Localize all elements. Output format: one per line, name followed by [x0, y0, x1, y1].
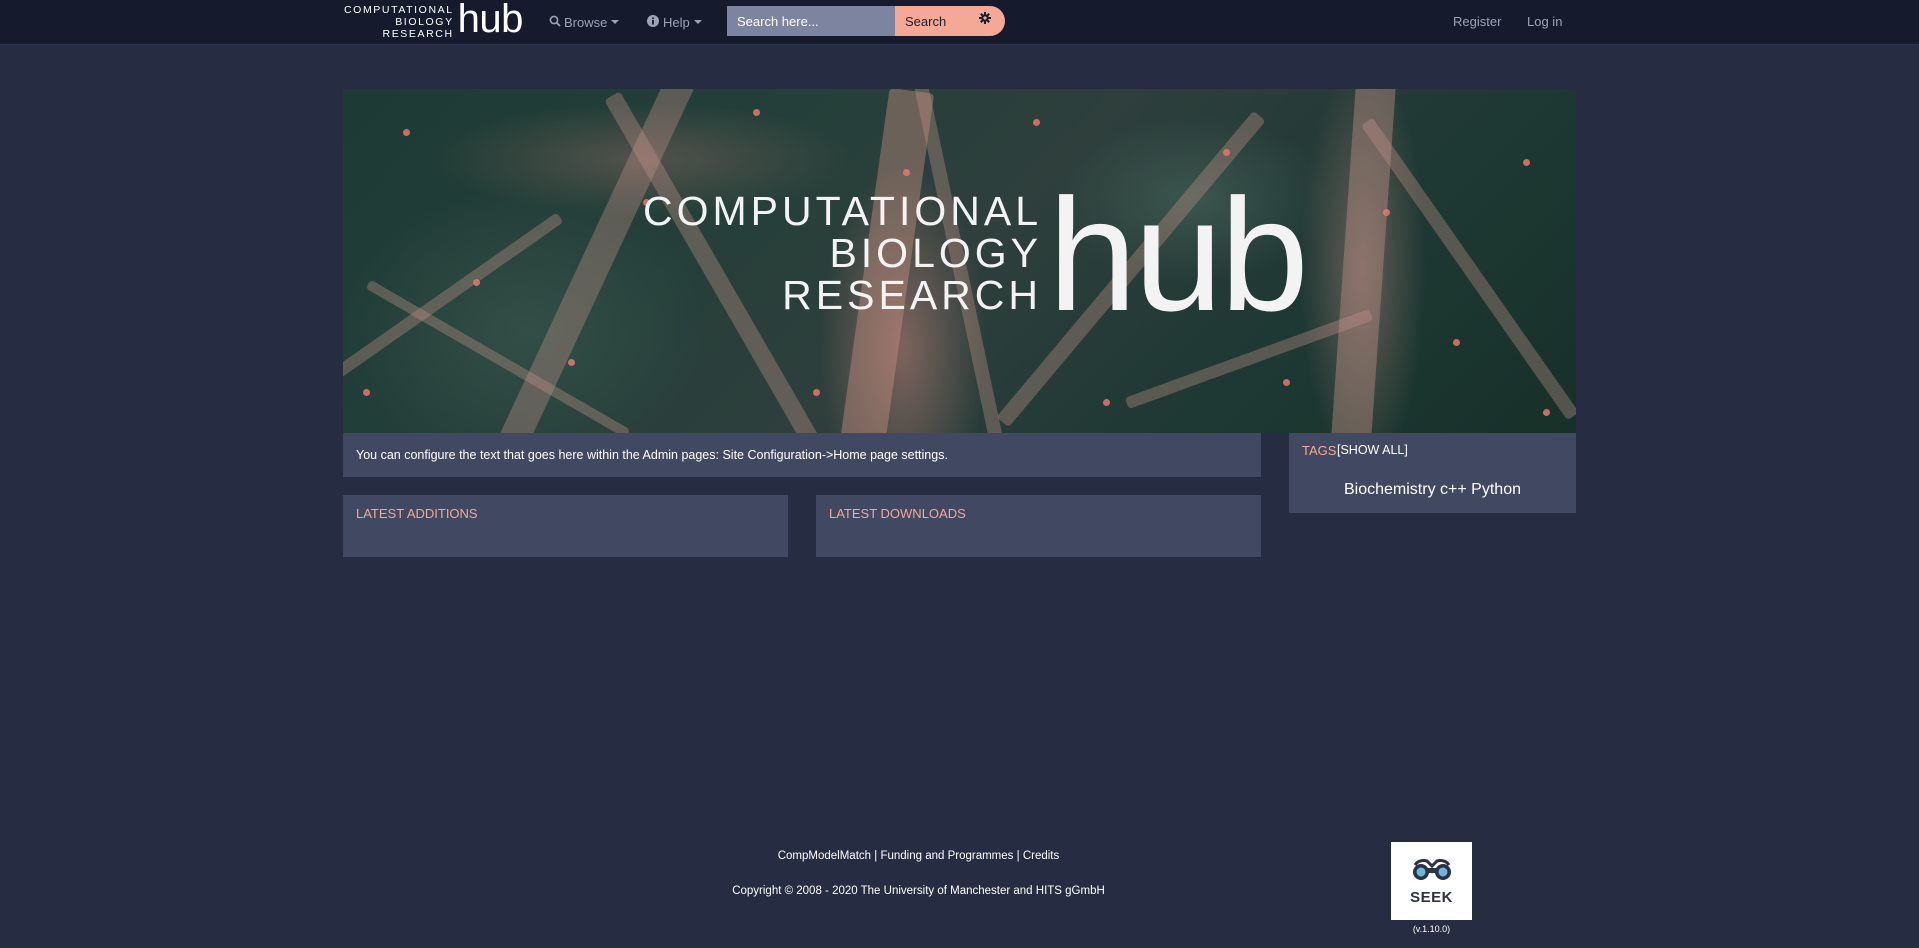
chevron-down-icon [611, 20, 620, 24]
tag-cloud: Biochemistry c++ Python [1289, 481, 1576, 499]
version-label: (v.1.10.0) [1412, 924, 1451, 934]
binoculars-icon [1409, 857, 1455, 886]
info-icon [647, 14, 659, 30]
hero-banner: COMPUTATIONAL BIOLOGY RESEARCH hub [343, 89, 1576, 433]
tag-python[interactable]: Python [1471, 481, 1521, 498]
banner-line-1: COMPUTATIONAL [643, 188, 1042, 234]
chevron-down-icon [693, 20, 702, 24]
help-menu[interactable]: Help [647, 0, 702, 44]
tags-title: TAGS [1302, 443, 1337, 458]
footer-link-funding[interactable]: Funding and Programmes [880, 850, 1013, 862]
seek-logo[interactable]: SEEK [1391, 842, 1472, 920]
help-label: Help [663, 14, 690, 30]
footer-link-credits[interactable]: Credits [1023, 850, 1059, 862]
show-all-tags-link[interactable]: [SHOW ALL] [1337, 443, 1408, 457]
register-link[interactable]: Register [1453, 0, 1501, 44]
footer-separator: | [1013, 850, 1023, 862]
latest-downloads-panel: LATEST DOWNLOADS [816, 495, 1261, 557]
browse-label: Browse [564, 14, 608, 30]
search-input[interactable] [727, 6, 895, 36]
banner-line-3: RESEARCH [782, 272, 1042, 318]
gear-icon [979, 11, 991, 27]
login-link[interactable]: Log in [1527, 0, 1562, 44]
search-icon [549, 15, 561, 30]
brand-logo-words: COMPUTATIONAL BIOLOGY RESEARCH [344, 4, 454, 40]
latest-additions-title: LATEST ADDITIONS [356, 506, 478, 521]
search-button[interactable]: Search [895, 6, 965, 36]
search-options-button[interactable] [965, 6, 1005, 36]
banner-hub: hub [1048, 165, 1309, 344]
brand-line-2: BIOLOGY [395, 16, 454, 28]
latest-downloads-title: LATEST DOWNLOADS [829, 506, 966, 521]
search-form: Search [727, 6, 1005, 36]
brand-line-3: RESEARCH [382, 28, 454, 40]
copyright: Copyright © 2008 - 2020 The University o… [732, 885, 1105, 897]
intro-text: You can configure the text that goes her… [356, 448, 948, 462]
top-navbar: COMPUTATIONAL BIOLOGY RESEARCH hub Brows… [0, 0, 1919, 45]
brand-logo[interactable]: COMPUTATIONAL BIOLOGY RESEARCH hub [344, 0, 524, 42]
intro-panel: You can configure the text that goes her… [343, 433, 1261, 477]
latest-additions-panel: LATEST ADDITIONS [343, 495, 788, 557]
banner-line-2: BIOLOGY [829, 230, 1042, 276]
banner-logo: COMPUTATIONAL BIOLOGY RESEARCH hub [643, 165, 1309, 344]
brand-hub: hub [457, 0, 524, 41]
browse-menu[interactable]: Browse [549, 0, 620, 44]
footer-links: CompModelMatch | Funding and Programmes … [700, 850, 1137, 862]
tag-cpp[interactable]: c++ [1440, 481, 1467, 498]
tags-panel: TAGS [SHOW ALL] Biochemistry c++ Python [1289, 433, 1576, 513]
tag-biochemistry[interactable]: Biochemistry [1344, 481, 1436, 498]
brand-line-1: COMPUTATIONAL [344, 4, 454, 16]
seek-label: SEEK [1410, 888, 1453, 906]
footer-link-compmodelmatch[interactable]: CompModelMatch [778, 850, 871, 862]
